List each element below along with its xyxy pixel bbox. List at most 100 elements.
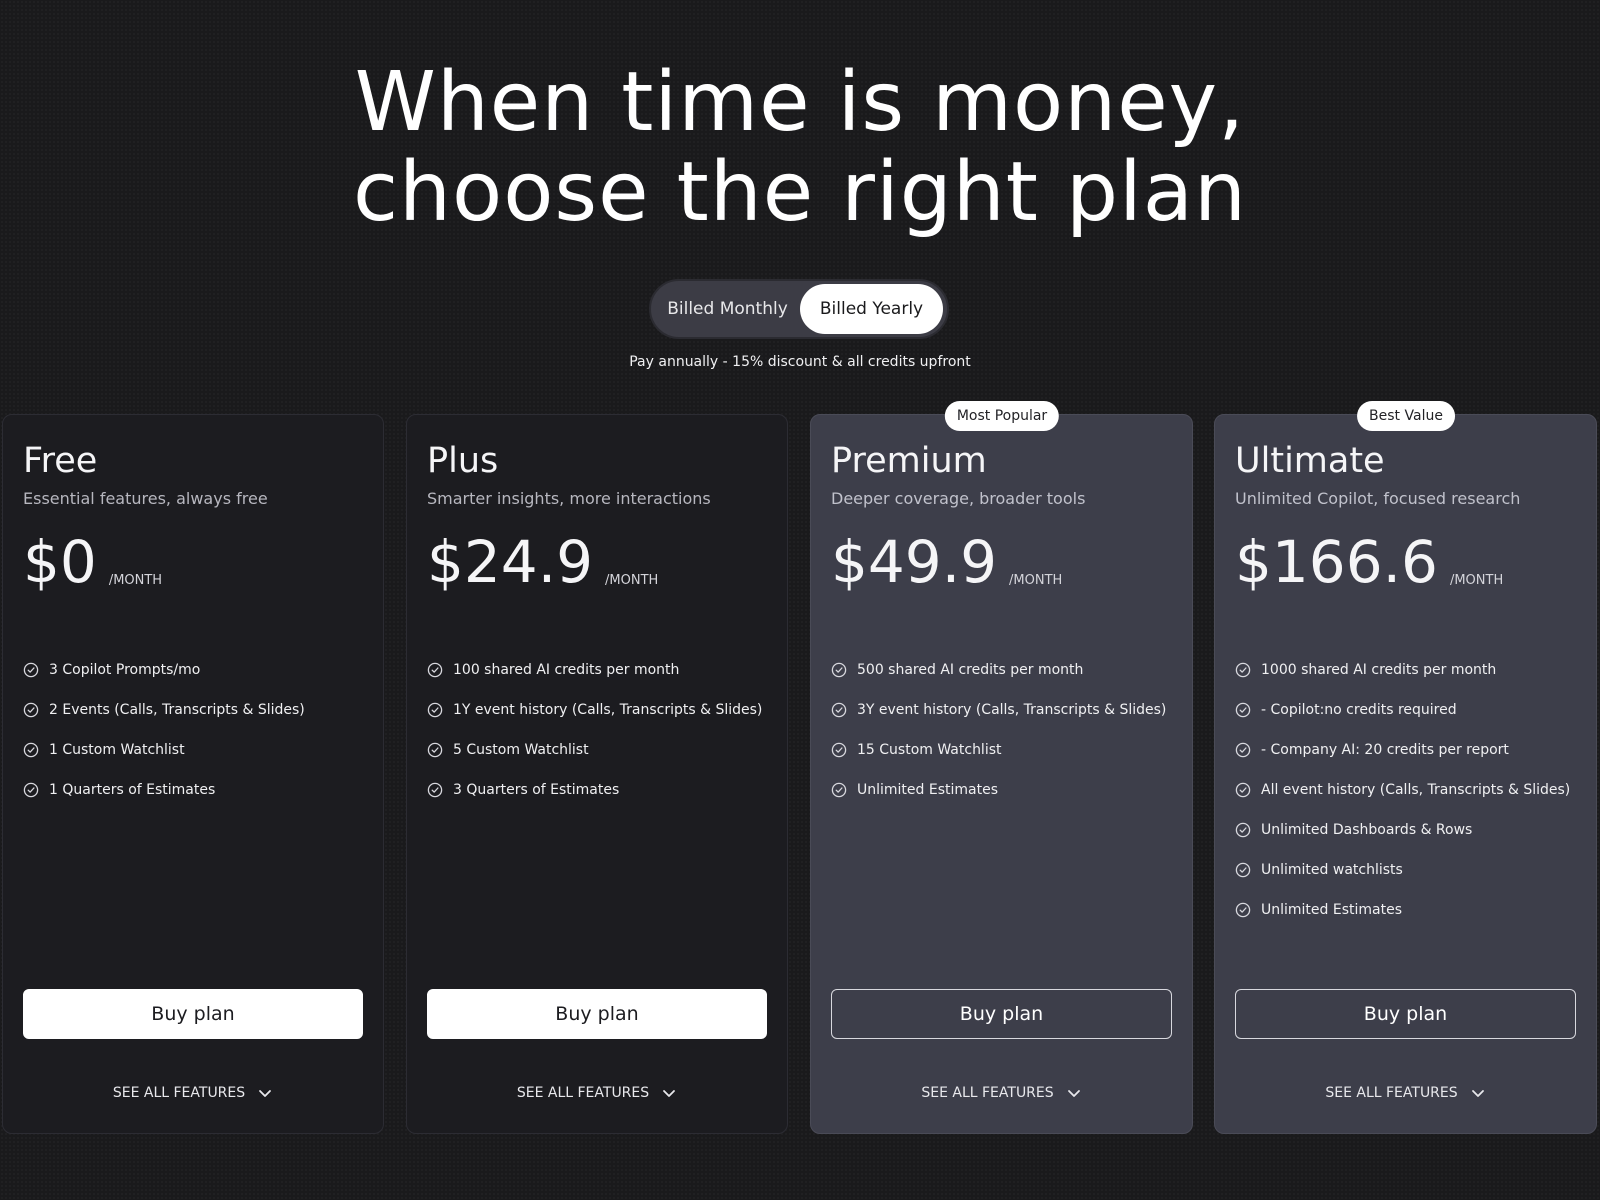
- pricing-page: When time is money, choose the right pla…: [0, 0, 1600, 1200]
- feature-text: 15 Custom Watchlist: [857, 742, 1002, 758]
- plan-card-plus: Plus Smarter insights, more interactions…: [406, 414, 788, 1134]
- feature-item: - Company AI: 20 credits per report: [1235, 730, 1576, 770]
- check-circle-icon: [831, 742, 847, 758]
- see-all-features-link[interactable]: SEE ALL FEATURES: [1215, 1081, 1596, 1105]
- check-circle-icon: [427, 662, 443, 678]
- see-all-label: SEE ALL FEATURES: [516, 1085, 650, 1101]
- feature-text: Unlimited watchlists: [1261, 862, 1403, 878]
- check-circle-icon: [1235, 702, 1251, 718]
- feature-item: 1 Quarters of Estimates: [23, 770, 363, 810]
- check-circle-icon: [1235, 742, 1251, 758]
- title-line-2: choose the right plan: [352, 145, 1248, 240]
- plan-card-free: Free Essential features, always free $0 …: [2, 414, 384, 1134]
- feature-item: 1Y event history (Calls, Transcripts & S…: [427, 690, 767, 730]
- feature-text: Unlimited Dashboards & Rows: [1261, 822, 1473, 838]
- feature-item: 2 Events (Calls, Transcripts & Slides): [23, 690, 363, 730]
- price-row: $166.6 /MONTH: [1235, 524, 1576, 594]
- check-circle-icon: [1235, 782, 1251, 798]
- plan-name: Ultimate: [1235, 441, 1385, 481]
- feature-item: Unlimited watchlists: [1235, 850, 1576, 890]
- feature-text: Unlimited Estimates: [1261, 902, 1402, 918]
- most-popular-badge: Most Popular: [944, 401, 1060, 431]
- check-circle-icon: [427, 742, 443, 758]
- check-circle-icon: [1235, 662, 1251, 678]
- price-period: /MONTH: [108, 573, 163, 588]
- feature-item: 100 shared AI credits per month: [427, 650, 767, 690]
- see-all-label: SEE ALL FEATURES: [1325, 1085, 1458, 1101]
- buy-plan-button[interactable]: Buy plan: [23, 989, 363, 1039]
- feature-text: 100 shared AI credits per month: [453, 662, 680, 678]
- check-circle-icon: [1235, 862, 1251, 878]
- feature-item: Unlimited Dashboards & Rows: [1235, 810, 1576, 850]
- check-circle-icon: [831, 662, 847, 678]
- title-line-1: When time is money,: [354, 55, 1246, 150]
- feature-item: 3Y event history (Calls, Transcripts & S…: [831, 690, 1172, 730]
- check-circle-icon: [427, 702, 443, 718]
- chevron-down-icon: [1067, 1090, 1080, 1097]
- chevron-down-icon: [259, 1090, 272, 1097]
- price-row: $49.9 /MONTH: [831, 524, 1172, 594]
- discount-note: Pay annually - 15% discount & all credit…: [629, 354, 971, 370]
- feature-item: - Copilot:no credits required: [1235, 690, 1576, 730]
- billed-monthly-option[interactable]: Billed Monthly: [655, 284, 800, 334]
- feature-item: 15 Custom Watchlist: [831, 730, 1172, 770]
- check-circle-icon: [427, 782, 443, 798]
- feature-list: 3 Copilot Prompts/mo 2 Events (Calls, Tra…: [23, 650, 363, 810]
- feature-text: 3 Copilot Prompts/mo: [49, 662, 201, 678]
- plan-price: $24.9: [427, 528, 594, 596]
- plan-price: $166.6: [1235, 528, 1438, 596]
- feature-item: 3 Quarters of Estimates: [427, 770, 767, 810]
- plan-price: $0: [23, 528, 97, 596]
- feature-text: Unlimited Estimates: [857, 782, 998, 798]
- price-row: $0 /MONTH: [23, 524, 363, 594]
- plan-name: Free: [23, 441, 98, 481]
- feature-text: 1Y event history (Calls, Transcripts & S…: [453, 702, 763, 718]
- check-circle-icon: [1235, 822, 1251, 838]
- feature-item: Unlimited Estimates: [831, 770, 1172, 810]
- plan-name: Plus: [427, 441, 499, 481]
- plan-name: Premium: [831, 441, 987, 481]
- check-circle-icon: [23, 702, 39, 718]
- feature-text: 3Y event history (Calls, Transcripts & S…: [857, 702, 1167, 718]
- buy-plan-button[interactable]: Buy plan: [1235, 989, 1576, 1039]
- check-circle-icon: [1235, 902, 1251, 918]
- price-row: $24.9 /MONTH: [427, 524, 767, 594]
- feature-item: 1000 shared AI credits per month: [1235, 650, 1576, 690]
- feature-text: 3 Quarters of Estimates: [453, 782, 620, 798]
- plan-card-premium: Most Popular Premium Deeper coverage, br…: [810, 401, 1193, 1134]
- plan-subtitle: Deeper coverage, broader tools: [831, 489, 1086, 508]
- page-title: When time is money, choose the right pla…: [0, 58, 1600, 238]
- check-circle-icon: [831, 702, 847, 718]
- feature-list: 500 shared AI credits per month 3Y event …: [831, 650, 1172, 810]
- feature-item: 3 Copilot Prompts/mo: [23, 650, 363, 690]
- check-circle-icon: [831, 782, 847, 798]
- feature-item: All event history (Calls, Transcripts & …: [1235, 770, 1576, 810]
- feature-text: 500 shared AI credits per month: [857, 662, 1084, 678]
- feature-text: All event history (Calls, Transcripts & …: [1261, 782, 1571, 798]
- feature-item: 1 Custom Watchlist: [23, 730, 363, 770]
- price-period: /MONTH: [1449, 573, 1504, 588]
- plan-subtitle: Essential features, always free: [23, 489, 268, 508]
- feature-text: 2 Events (Calls, Transcripts & Slides): [49, 702, 305, 718]
- see-all-features-link[interactable]: SEE ALL FEATURES: [407, 1081, 787, 1105]
- feature-text: - Copilot:no credits required: [1261, 702, 1457, 718]
- see-all-label: SEE ALL FEATURES: [112, 1085, 246, 1101]
- buy-plan-button[interactable]: Buy plan: [427, 989, 767, 1039]
- feature-text: 1 Custom Watchlist: [49, 742, 185, 758]
- buy-plan-button[interactable]: Buy plan: [831, 989, 1172, 1039]
- check-circle-icon: [23, 662, 39, 678]
- see-all-features-link[interactable]: SEE ALL FEATURES: [811, 1081, 1192, 1105]
- plan-subtitle: Smarter insights, more interactions: [427, 489, 711, 508]
- billing-toggle[interactable]: Billed Monthly Billed Yearly: [649, 279, 949, 339]
- billed-yearly-option[interactable]: Billed Yearly: [800, 284, 943, 334]
- plan-price: $49.9: [831, 528, 998, 596]
- plan-subtitle: Unlimited Copilot, focused research: [1235, 489, 1521, 508]
- feature-item: Unlimited Estimates: [1235, 890, 1576, 930]
- feature-list: 1000 shared AI credits per month - Copilo…: [1235, 650, 1576, 930]
- feature-text: 1 Quarters of Estimates: [49, 782, 216, 798]
- see-all-label: SEE ALL FEATURES: [921, 1085, 1054, 1101]
- price-period: /MONTH: [605, 573, 659, 588]
- feature-text: 5 Custom Watchlist: [453, 742, 589, 758]
- see-all-features-link[interactable]: SEE ALL FEATURES: [3, 1081, 383, 1105]
- price-period: /MONTH: [1009, 573, 1063, 588]
